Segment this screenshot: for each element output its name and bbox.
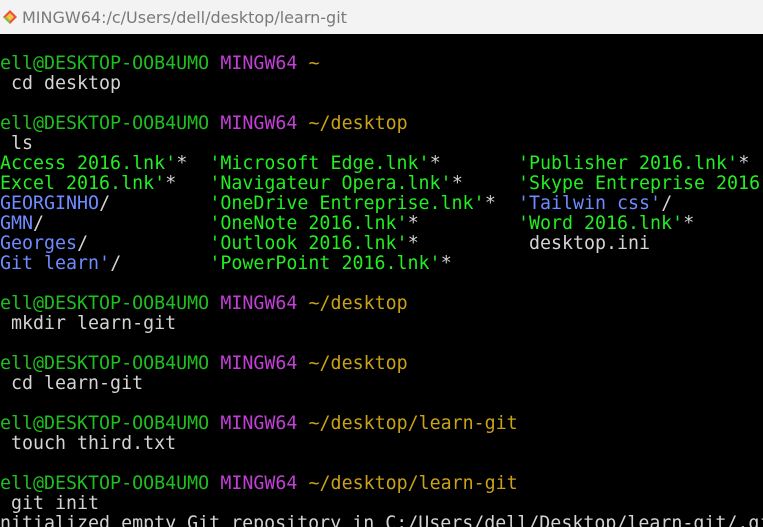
ls-entry-suffix: / xyxy=(661,193,673,214)
command-line: cd desktop xyxy=(0,74,763,94)
ls-entry: 'Publisher 2016.lnk' xyxy=(517,153,739,174)
terminal-output[interactable]: ell@DESKTOP-OOB4UMO MINGW64 ~ cd desktop el… xyxy=(0,34,763,527)
ls-row: Excel 2016.lnk' * 'Navigateur Opera.lnk' * '… xyxy=(0,174,763,194)
ls-entry-suffix: * xyxy=(738,153,750,174)
prompt-path: ~/desktop xyxy=(308,353,408,374)
ls-entry: 'Skype Entreprise 2016 xyxy=(517,173,761,194)
ls-row: Git learn' / 'PowerPoint 2016.lnk' * xyxy=(0,254,763,274)
prompt-system: MINGW64 xyxy=(220,53,298,74)
ls-entry-suffix: * xyxy=(407,213,419,234)
ls-entry: 'OneNote 2016.lnk' xyxy=(209,213,408,234)
prompt-line: ell@DESKTOP-OOB4UMO MINGW64 ~ xyxy=(0,54,763,74)
prompt-system: MINGW64 xyxy=(220,293,298,314)
command-line: mkdir learn-git xyxy=(0,314,763,334)
ls-entry: desktop.ini xyxy=(517,233,651,254)
prompt-line: ell@DESKTOP-OOB4UMO MINGW64 ~/desktop/lear… xyxy=(0,414,763,434)
prompt-line: ell@DESKTOP-OOB4UMO MINGW64 ~/desktop/lear… xyxy=(0,474,763,494)
prompt-path: ~/desktop/learn-git xyxy=(308,473,518,494)
ls-entry: Georges xyxy=(0,233,78,254)
ls-entry: Git learn' xyxy=(0,253,111,274)
prompt-user: ell@DESKTOP-OOB4UMO xyxy=(0,293,210,314)
ls-entry-suffix: * xyxy=(451,173,463,194)
ls-entry-suffix: / xyxy=(99,193,111,214)
ls-entry-suffix: * xyxy=(429,153,441,174)
ls-entry: 'Outlook 2016.lnk' xyxy=(209,233,408,254)
command-line: ls xyxy=(0,134,763,154)
command-text: cd desktop xyxy=(0,73,122,94)
ls-entry-suffix: * xyxy=(440,253,452,274)
prompt-system: MINGW64 xyxy=(220,473,298,494)
command-line: touch third.txt xyxy=(0,434,763,454)
ls-entry: 'PowerPoint 2016.lnk' xyxy=(209,253,441,274)
prompt-user: ell@DESKTOP-OOB4UMO xyxy=(0,53,210,74)
git-init-output: nitialized empty Git repository in C:/Us… xyxy=(0,513,763,527)
ls-entry: 'OneDrive Entreprise.lnk' xyxy=(209,193,485,214)
prompt-user: ell@DESKTOP-OOB4UMO xyxy=(0,473,210,494)
ls-entry: 'Word 2016.lnk' xyxy=(517,213,684,234)
title-bar[interactable]: MINGW64:/c/Users/dell/desktop/learn-git xyxy=(0,0,763,34)
ls-entry-suffix: / xyxy=(77,233,89,254)
prompt-line: ell@DESKTOP-OOB4UMO MINGW64 ~/desktop xyxy=(0,294,763,314)
prompt-user: ell@DESKTOP-OOB4UMO xyxy=(0,353,210,374)
ls-entry: GEORGINHO xyxy=(0,193,100,214)
output-line: nitialized empty Git repository in C:/Us… xyxy=(0,514,763,527)
prompt-user: ell@DESKTOP-OOB4UMO xyxy=(0,113,210,134)
prompt-path: ~/desktop xyxy=(308,113,408,134)
command-text: git init xyxy=(0,493,100,514)
ls-entry-suffix: * xyxy=(683,213,695,234)
prompt-line: ell@DESKTOP-OOB4UMO MINGW64 ~/desktop xyxy=(0,114,763,134)
git-bash-icon xyxy=(2,9,18,25)
window-title: MINGW64:/c/Users/dell/desktop/learn-git xyxy=(22,7,347,27)
ls-row: Access 2016.lnk' * 'Microsoft Edge.lnk' * 'P… xyxy=(0,154,763,174)
ls-entry-suffix: / xyxy=(110,253,122,274)
ls-row: GEORGINHO / 'OneDrive Entreprise.lnk' * 'Tai… xyxy=(0,194,763,214)
ls-entry: Excel 2016.lnk' xyxy=(0,173,166,194)
command-line: cd learn-git xyxy=(0,374,763,394)
ls-entry-suffix: * xyxy=(176,153,188,174)
command-text: cd learn-git xyxy=(0,373,144,394)
ls-entry-suffix: * xyxy=(407,233,419,254)
ls-entry: 'Microsoft Edge.lnk' xyxy=(209,153,430,174)
ls-entry: GMN xyxy=(0,213,34,234)
command-text: touch third.txt xyxy=(0,433,177,454)
command-line: git init xyxy=(0,494,763,514)
ls-entry: 'Navigateur Opera.lnk' xyxy=(209,173,452,194)
prompt-path: ~ xyxy=(308,53,320,74)
prompt-line: ell@DESKTOP-OOB4UMO MINGW64 ~/desktop xyxy=(0,354,763,374)
prompt-system: MINGW64 xyxy=(220,413,298,434)
ls-entry: 'Tailwin css' xyxy=(517,193,662,214)
ls-entry: Access 2016.lnk' xyxy=(0,153,177,174)
prompt-system: MINGW64 xyxy=(220,353,298,374)
ls-row: GMN / 'OneNote 2016.lnk' * 'Word 2016.lnk' * xyxy=(0,214,763,234)
command-text: ls xyxy=(0,133,34,154)
prompt-path: ~/desktop xyxy=(308,293,408,314)
prompt-system: MINGW64 xyxy=(220,113,298,134)
prompt-path: ~/desktop/learn-git xyxy=(308,413,518,434)
ls-entry-suffix: * xyxy=(165,173,177,194)
ls-entry-suffix: * xyxy=(484,193,496,214)
prompt-user: ell@DESKTOP-OOB4UMO xyxy=(0,413,210,434)
ls-entry-suffix: / xyxy=(33,213,45,234)
ls-row: Georges / 'Outlook 2016.lnk' * desktop.ini xyxy=(0,234,763,254)
command-text: mkdir learn-git xyxy=(0,313,177,334)
